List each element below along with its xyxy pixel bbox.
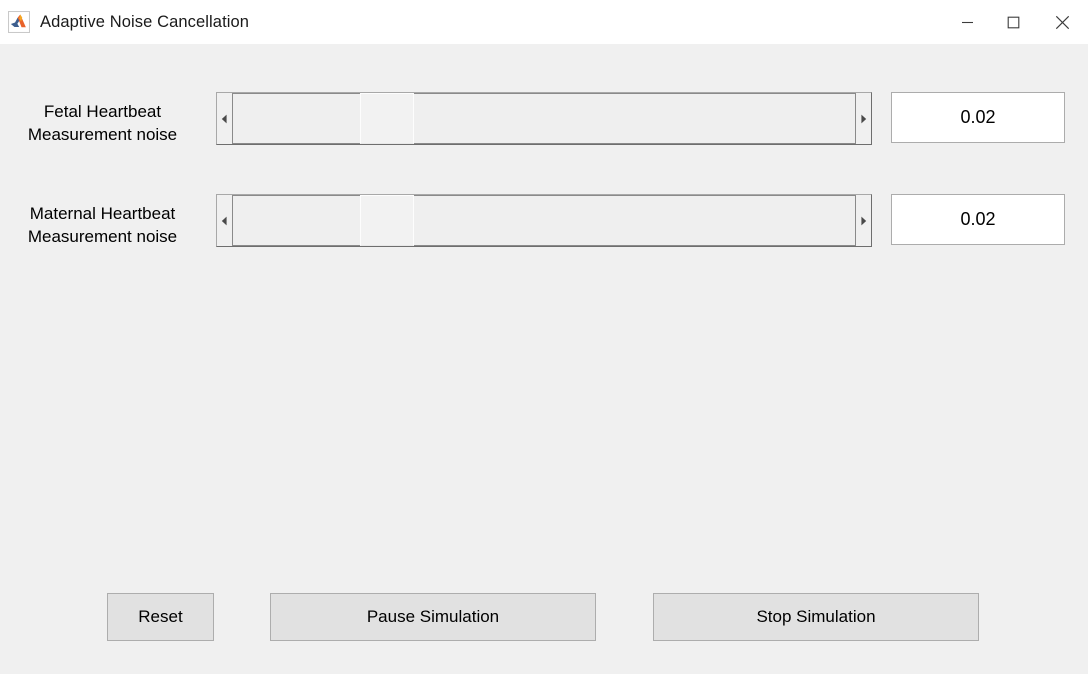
close-icon[interactable] [1036, 0, 1088, 44]
stop-simulation-button-label: Stop Simulation [756, 607, 875, 627]
slider-label-line2: Measurement noise [28, 225, 177, 248]
slider-track-before[interactable] [232, 93, 360, 144]
slider-track-maternal-heartbeat[interactable] [232, 195, 856, 246]
maximize-icon[interactable] [990, 0, 1036, 44]
slider-track-after[interactable] [414, 195, 856, 246]
value-text: 0.02 [960, 107, 995, 128]
slider-row-fetal-heartbeat: Fetal Heartbeat Measurement noise 0.02 [0, 92, 1088, 154]
slider-track-fetal-heartbeat[interactable] [232, 93, 856, 144]
title-bar-left: Adaptive Noise Cancellation [0, 11, 944, 33]
pause-simulation-button[interactable]: Pause Simulation [270, 593, 596, 641]
value-text: 0.02 [960, 209, 995, 230]
slider-left-arrow-icon[interactable] [217, 93, 232, 144]
slider-maternal-heartbeat[interactable] [216, 194, 872, 247]
window-body: Fetal Heartbeat Measurement noise 0.02 [0, 44, 1088, 674]
slider-right-arrow-icon[interactable] [856, 93, 871, 144]
slider-label-line2: Measurement noise [28, 123, 177, 146]
slider-label-fetal-heartbeat: Fetal Heartbeat Measurement noise [0, 92, 205, 154]
reset-button-label: Reset [138, 607, 182, 627]
title-bar: Adaptive Noise Cancellation [0, 0, 1088, 44]
stop-simulation-button[interactable]: Stop Simulation [653, 593, 979, 641]
application-window: Adaptive Noise Cancellation Fetal Heartb… [0, 0, 1088, 674]
slider-label-maternal-heartbeat: Maternal Heartbeat Measurement noise [0, 194, 205, 256]
value-input-maternal-heartbeat[interactable]: 0.02 [891, 194, 1065, 245]
pause-simulation-button-label: Pause Simulation [367, 607, 499, 627]
slider-label-line1: Maternal Heartbeat [30, 202, 176, 225]
slider-fetal-heartbeat[interactable] [216, 92, 872, 145]
slider-track-before[interactable] [232, 195, 360, 246]
slider-right-arrow-icon[interactable] [856, 195, 871, 246]
value-input-fetal-heartbeat[interactable]: 0.02 [891, 92, 1065, 143]
slider-label-line1: Fetal Heartbeat [44, 100, 161, 123]
slider-row-maternal-heartbeat: Maternal Heartbeat Measurement noise 0.0… [0, 194, 1088, 256]
slider-thumb-fetal-heartbeat[interactable] [360, 93, 414, 144]
minimize-icon[interactable] [944, 0, 990, 44]
slider-track-after[interactable] [414, 93, 856, 144]
slider-left-arrow-icon[interactable] [217, 195, 232, 246]
window-controls [944, 0, 1088, 44]
reset-button[interactable]: Reset [107, 593, 214, 641]
window-title: Adaptive Noise Cancellation [40, 14, 249, 31]
matlab-logo-icon [8, 11, 30, 33]
slider-thumb-maternal-heartbeat[interactable] [360, 195, 414, 246]
